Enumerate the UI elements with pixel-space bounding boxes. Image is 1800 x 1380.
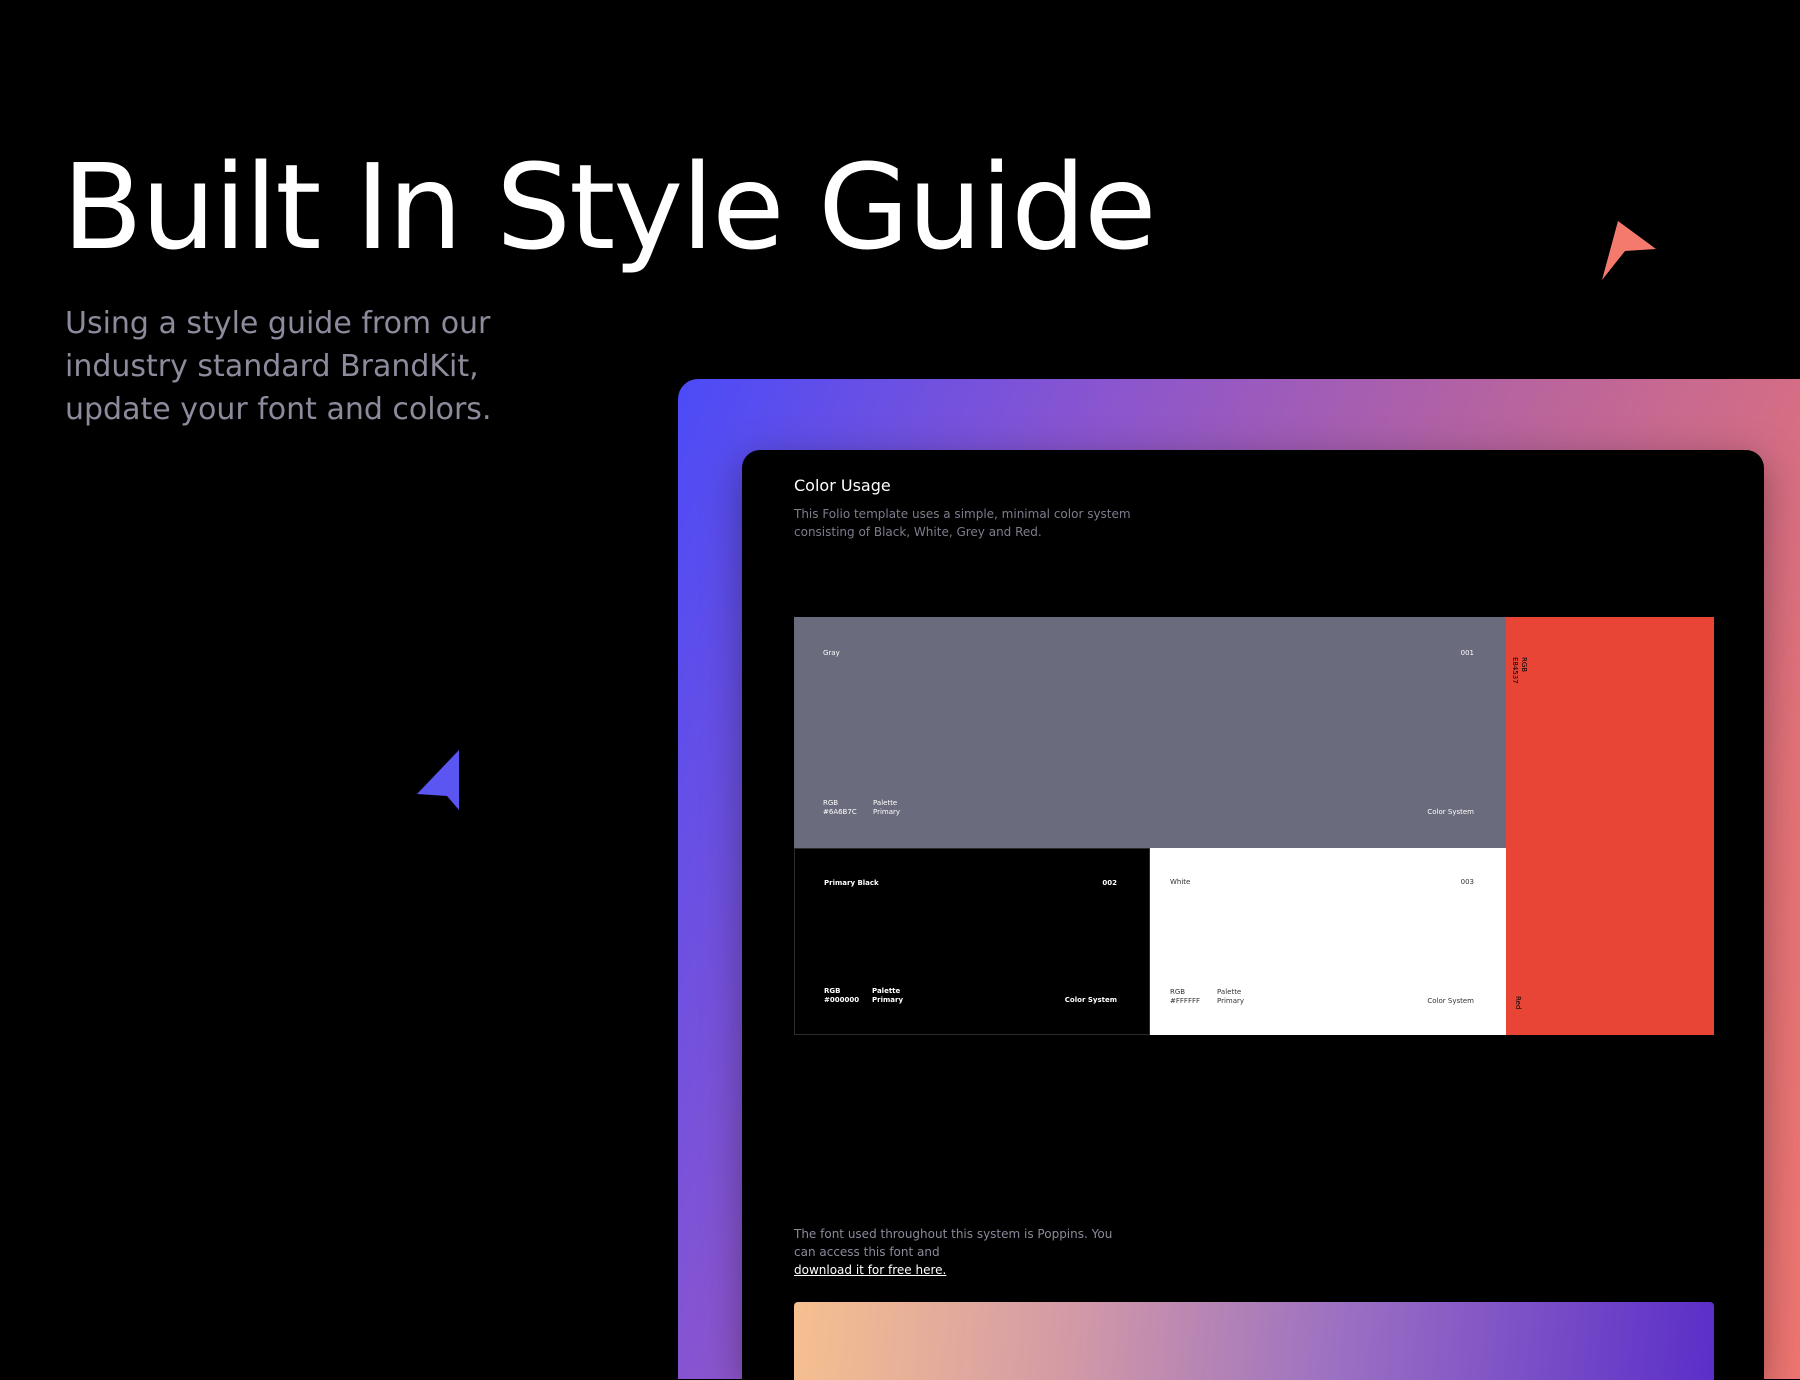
font-note-prefix: can access this font and [794, 1245, 940, 1259]
palette-label: Palette [872, 987, 901, 995]
swatch-number: 002 [1102, 879, 1117, 887]
color-usage-title: Color Usage [794, 476, 891, 495]
blue-arrow-shape [417, 750, 459, 810]
font-note: The font used throughout this system is … [794, 1225, 1174, 1279]
swatch-name: Primary Black [824, 879, 879, 887]
coral-arrow-shape [1602, 221, 1656, 280]
swatch-name: Gray [823, 649, 840, 657]
rgb-value: #000000 [824, 996, 860, 1004]
font-note-line: can access this font and download it for… [794, 1243, 1174, 1279]
rgb-value: E84537 [1511, 657, 1519, 684]
rgb-value: #FFFFFF [1170, 997, 1201, 1005]
color-palette: Gray 001 RGB #6A6B7C Palette Primary Col… [794, 617, 1714, 1035]
rgb-label: RGB [823, 799, 839, 807]
swatch-rgb: RGB #000000 [824, 987, 859, 1005]
download-font-link[interactable]: download it for free here. [794, 1263, 946, 1277]
gradient-preview [794, 1302, 1714, 1380]
rgb-label: RGB [1520, 657, 1528, 673]
swatch-system: Color System [1427, 808, 1474, 816]
swatch-rgb: RGB #FFFFFF [1170, 988, 1200, 1006]
swatch-system: Color System [1064, 996, 1117, 1004]
hero-subtitle-line: update your font and colors. [65, 392, 492, 427]
hero-subtitle: Using a style guide from our industry st… [65, 302, 585, 431]
swatch-white: White 003 RGB #FFFFFF Palette Primary Co… [1150, 848, 1506, 1035]
rgb-value: #6A6B7C [823, 808, 857, 816]
swatch-palette: Palette Primary [873, 799, 900, 817]
rgb-label: RGB [824, 987, 841, 995]
description-line: This Folio template uses a simple, minim… [794, 507, 1131, 521]
hero-subtitle-line: Using a style guide from our [65, 306, 491, 341]
swatch-primary-black: Primary Black 002 RGB #000000 Palette Pr… [794, 848, 1150, 1035]
palette-value: Primary [873, 808, 901, 816]
swatch-system: Color System [1427, 997, 1474, 1005]
hero-title: Built In Style Guide [62, 138, 1157, 276]
swatch-rgb: RGB E84537 [1510, 657, 1528, 693]
color-usage-description: This Folio template uses a simple, minim… [794, 505, 1174, 541]
swatch-palette: Palette Primary [872, 987, 903, 1005]
font-note-line: The font used throughout this system is … [794, 1227, 1113, 1241]
swatch-palette: Palette Primary [1217, 988, 1244, 1006]
swatch-number: 001 [1460, 649, 1474, 657]
palette-value: Primary [872, 996, 904, 1004]
blue-arrow-icon [417, 750, 459, 810]
description-line: consisting of Black, White, Grey and Red… [794, 525, 1042, 539]
swatch-gray: Gray 001 RGB #6A6B7C Palette Primary Col… [794, 617, 1506, 848]
palette-value: Primary [1217, 997, 1245, 1005]
style-guide-preview-card: Color Usage This Folio template uses a s… [742, 450, 1764, 1380]
palette-label: Palette [1217, 988, 1242, 996]
swatch-name: White [1170, 878, 1191, 886]
swatch-rgb: RGB #6A6B7C [823, 799, 857, 817]
swatch-number: 003 [1460, 878, 1474, 886]
coral-arrow-icon [1602, 221, 1656, 280]
swatch-name: Red [1514, 996, 1522, 1010]
rgb-label: RGB [1170, 988, 1186, 996]
swatch-red: RGB E84537 Red [1506, 617, 1714, 1035]
hero-subtitle-line: industry standard BrandKit, [65, 349, 479, 384]
palette-label: Palette [873, 799, 898, 807]
